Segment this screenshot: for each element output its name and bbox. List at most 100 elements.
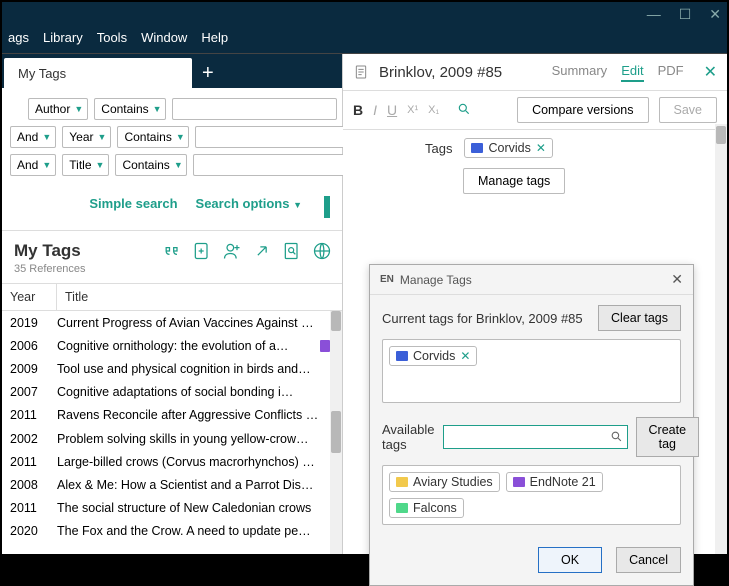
search-value-0[interactable] <box>172 98 337 120</box>
column-title-header[interactable]: Title <box>57 284 342 310</box>
manage-tags-button[interactable]: Manage tags <box>463 168 565 194</box>
quote-icon[interactable] <box>162 241 182 261</box>
tag-search-input[interactable] <box>443 425 628 449</box>
tab-my-tags[interactable]: My Tags <box>4 58 192 88</box>
advanced-search: Author▼ Contains▼ And▼ Year▼ Contains▼ A… <box>2 88 342 186</box>
table-row[interactable]: 2007Cognitive adaptations of social bond… <box>2 381 342 404</box>
window-maximize[interactable]: ☐ <box>679 6 692 23</box>
available-tag-chip[interactable]: Aviary Studies <box>389 472 500 492</box>
menu-window[interactable]: Window <box>141 30 187 45</box>
italic-button[interactable]: I <box>373 102 377 118</box>
tag-swatch <box>513 477 525 487</box>
column-year-header[interactable]: Year <box>2 284 57 310</box>
table-row[interactable]: 2009Tool use and physical cognition in b… <box>2 357 342 380</box>
clear-tags-button[interactable]: Clear tags <box>598 305 681 331</box>
tag-chip-corvids[interactable]: Corvids ✕ <box>464 138 552 158</box>
library-title: My Tags <box>14 241 86 261</box>
table-row[interactable]: 2019Current Progress of Avian Vaccines A… <box>2 311 342 334</box>
add-user-icon[interactable] <box>222 241 242 261</box>
brand-icon: EN <box>380 274 394 285</box>
main-menu: ags Library Tools Window Help <box>2 26 727 53</box>
row-year: 2011 <box>10 408 57 422</box>
table-row[interactable]: 2006Cognitive ornithology: the evolution… <box>2 334 342 357</box>
chevron-down-icon: ▼ <box>153 104 162 114</box>
search-detail-button[interactable] <box>457 102 471 119</box>
remove-tag-icon[interactable]: ✕ <box>460 349 470 363</box>
remove-tag-icon[interactable]: ✕ <box>536 141 546 155</box>
menu-library[interactable]: Library <box>43 30 83 45</box>
subscript-button[interactable]: X₁ <box>428 104 439 116</box>
tag-label: Aviary Studies <box>413 475 493 489</box>
tag-label: Corvids <box>488 141 530 155</box>
row-year: 2008 <box>10 478 57 492</box>
window-close[interactable]: ✕ <box>709 6 721 23</box>
search-value-1[interactable] <box>195 126 360 148</box>
field-select-title[interactable]: Title▼ <box>62 154 109 176</box>
op-select-contains-2[interactable]: Contains▼ <box>115 154 187 176</box>
ok-button[interactable]: OK <box>538 547 602 573</box>
find-document-icon[interactable] <box>282 241 302 261</box>
menu-tools[interactable]: Tools <box>97 30 127 45</box>
field-select-year[interactable]: Year▼ <box>62 126 111 148</box>
bold-button[interactable]: B <box>353 102 363 118</box>
menu-tags[interactable]: ags <box>8 30 29 45</box>
chevron-down-icon: ▼ <box>293 200 302 210</box>
share-icon[interactable] <box>252 241 272 261</box>
row-title: Current Progress of Avian Vaccines Again… <box>57 316 330 330</box>
simple-search-link[interactable]: Simple search <box>89 196 177 218</box>
compare-versions-button[interactable]: Compare versions <box>517 97 648 123</box>
scrollbar-thumb[interactable] <box>331 311 341 331</box>
create-tag-button[interactable]: Create tag <box>636 417 700 457</box>
available-tag-chip[interactable]: EndNote 21 <box>506 472 603 492</box>
available-tag-chip[interactable]: Falcons <box>389 498 464 518</box>
row-year: 2011 <box>10 455 57 469</box>
row-title: Cognitive adaptations of social bonding … <box>57 385 330 399</box>
chevron-down-icon: ▼ <box>42 132 51 142</box>
chevron-down-icon: ▼ <box>96 160 105 170</box>
globe-icon[interactable] <box>312 241 332 261</box>
underline-button[interactable]: U <box>387 102 397 118</box>
window-minimize[interactable]: — <box>647 6 661 22</box>
menu-help[interactable]: Help <box>201 30 228 45</box>
op-select-contains-1[interactable]: Contains▼ <box>117 126 189 148</box>
scrollbar-track[interactable] <box>330 311 342 554</box>
add-tab-button[interactable]: + <box>192 58 224 88</box>
add-reference-icon[interactable] <box>192 241 212 261</box>
save-button[interactable]: Save <box>659 97 718 123</box>
op-select-contains-0[interactable]: Contains▼ <box>94 98 166 120</box>
table-row[interactable]: 2011Ravens Reconcile after Aggressive Co… <box>2 404 342 427</box>
document-icon <box>353 63 369 81</box>
cancel-button[interactable]: Cancel <box>616 547 681 573</box>
row-year: 2006 <box>10 339 57 353</box>
available-tags-box: Aviary Studies EndNote 21 Falcons <box>382 465 681 525</box>
superscript-button[interactable]: X¹ <box>407 104 418 116</box>
dialog-close-button[interactable]: ✕ <box>671 271 683 288</box>
row-title: Cognitive ornithology: the evolution of … <box>57 339 320 353</box>
scrollbar-thumb[interactable] <box>331 411 341 453</box>
dialog-title: Manage Tags <box>400 273 472 287</box>
search-value-2[interactable] <box>193 154 358 176</box>
row-year: 2011 <box>10 501 57 515</box>
row-year: 2019 <box>10 316 57 330</box>
chevron-down-icon: ▼ <box>174 160 183 170</box>
field-select-author[interactable]: Author▼ <box>28 98 88 120</box>
table-row[interactable]: 2008Alex & Me: How a Scientist and a Par… <box>2 473 342 496</box>
scrollbar-thumb[interactable] <box>716 126 726 144</box>
accent-bar <box>324 196 330 218</box>
table-row[interactable]: 2020The Fox and the Crow. A need to upda… <box>2 520 342 543</box>
bool-select-1[interactable]: And▼ <box>10 126 56 148</box>
tab-summary[interactable]: Summary <box>552 63 608 82</box>
tag-chip-corvids-dialog[interactable]: Corvids ✕ <box>389 346 477 366</box>
search-options-link[interactable]: Search options ▼ <box>196 196 302 218</box>
close-detail-button[interactable]: ✕ <box>704 62 717 82</box>
row-year: 2007 <box>10 385 57 399</box>
table-row[interactable]: 2002Problem solving skills in young yell… <box>2 427 342 450</box>
tab-edit[interactable]: Edit <box>621 63 643 82</box>
tag-label: Corvids <box>413 349 455 363</box>
reference-count: 35 References <box>14 263 86 275</box>
table-row[interactable]: 2011Large-billed crows (Corvus macrorhyn… <box>2 450 342 473</box>
detail-scrollbar[interactable] <box>715 124 727 554</box>
table-row[interactable]: 2011The social structure of New Caledoni… <box>2 497 342 520</box>
tab-pdf[interactable]: PDF <box>658 63 684 82</box>
bool-select-2[interactable]: And▼ <box>10 154 56 176</box>
